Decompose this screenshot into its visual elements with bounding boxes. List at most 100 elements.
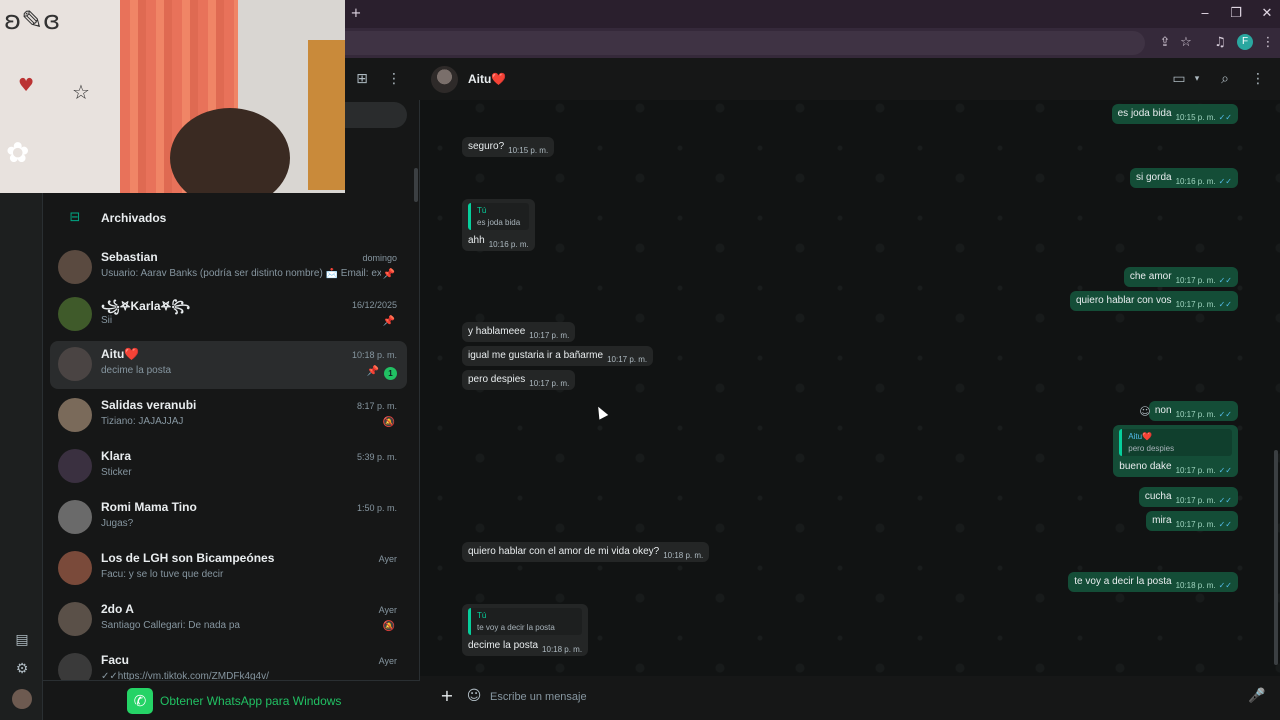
incoming-message[interactable]: pero despies 10:17 p. m. — [462, 370, 576, 390]
read-ticks-icon: ✓✓ — [1218, 520, 1232, 529]
chat-avatar — [58, 602, 92, 636]
address-bar[interactable] — [345, 31, 1145, 55]
video-call-icon[interactable]: ▭ — [1170, 70, 1188, 88]
outgoing-message[interactable]: es joda bida 10:15 p. m. ✓✓ — [1111, 104, 1238, 124]
close-window-button[interactable]: ✕ — [1257, 4, 1277, 24]
read-ticks-icon: ✓✓ — [1218, 466, 1232, 475]
search-icon[interactable]: ⌕ — [1216, 70, 1234, 88]
chat-preview: Usuario: Aarav Banks (podría ser distint… — [101, 268, 381, 279]
message-text: igual me gustaria ir a bañarme — [468, 350, 604, 361]
message-time: 10:17 p. m. — [1175, 300, 1216, 309]
message-time: 10:18 p. m. — [663, 551, 704, 560]
message-time: 10:17 p. m. — [529, 331, 570, 340]
chat-row[interactable]: ꧁𖤐Karla𖤐꧂ Sii 16/12/2025 📌 — [50, 291, 407, 339]
chat-time: Ayer — [378, 656, 397, 666]
outgoing-message[interactable]: mira 10:17 p. m. ✓✓ — [1146, 511, 1238, 531]
settings-gear-icon[interactable]: ⚙ — [12, 659, 32, 679]
incoming-message[interactable]: igual me gustaria ir a bañarme 10:17 p. m… — [462, 346, 654, 366]
incoming-message[interactable]: y hablameee 10:17 p. m. — [462, 322, 576, 342]
composer-bar: + ☺ 🎤 — [420, 676, 1280, 720]
emoji-sticker-icon[interactable]: ☺ — [465, 687, 483, 705]
conversation-header[interactable] — [420, 58, 1280, 100]
contact-avatar[interactable] — [431, 66, 458, 93]
message-text: bueno dake — [1119, 461, 1172, 472]
chat-name: Romi Mama Tino — [101, 500, 197, 514]
message-time: 10:17 p. m. — [1175, 276, 1216, 285]
chat-name: Klara — [101, 449, 132, 463]
profile-avatar[interactable]: F — [1237, 34, 1253, 50]
chat-row[interactable]: Los de LGH son Bicampeónes Facu: y se lo … — [50, 545, 407, 593]
outgoing-message[interactable]: te voy a decir la posta 10:18 p. m. ✓✓ — [1068, 572, 1238, 592]
chat-row[interactable]: Salidas veranubi Tiziano: JAJAJJAJ 8:17 p.… — [50, 392, 407, 440]
message-time: 10:17 p. m. — [1175, 496, 1216, 505]
chat-name: Facu — [101, 653, 130, 667]
chat-name: 2do A — [101, 602, 134, 616]
bookmark-star-icon[interactable]: ☆ — [1177, 34, 1195, 52]
incoming-message[interactable]: seguro? 10:15 p. m. — [462, 137, 555, 157]
read-ticks-icon: ✓✓ — [1218, 410, 1232, 419]
quoted-reply[interactable]: Aitu❤️ pero despies — [1119, 429, 1232, 456]
emoji-reaction-icon[interactable]: ☺ — [1138, 405, 1152, 419]
chat-time: Ayer — [378, 605, 397, 615]
new-chat-icon[interactable]: ⊞ — [353, 70, 371, 88]
muted-bell-icon: 🔕 — [382, 621, 395, 632]
read-ticks-icon: ✓✓ — [1218, 276, 1232, 285]
outgoing-message[interactable]: non 10:17 p. m. ✓✓ — [1148, 401, 1238, 421]
install-app-icon[interactable]: ⇪ — [1156, 34, 1174, 52]
message-time: 10:15 p. m. — [1175, 113, 1216, 122]
outgoing-message[interactable]: Aitu❤️ pero despies bueno dake 10:17 p. m. ✓… — [1113, 425, 1238, 477]
message-input[interactable] — [486, 684, 1226, 710]
my-profile-avatar[interactable] — [12, 689, 32, 709]
message-text: quiero hablar con vos — [1075, 295, 1172, 306]
media-gallery-icon[interactable]: ▤ — [12, 630, 32, 650]
incoming-message[interactable]: quiero hablar con el amor de mi vida oke… — [462, 542, 710, 562]
quoted-text: pero despies — [1128, 444, 1175, 453]
chat-row[interactable]: Romi Mama Tino Jugas? 1:50 p. m. — [50, 494, 407, 542]
chat-list-scrollbar[interactable] — [414, 168, 418, 202]
message-time: 10:18 p. m. — [542, 645, 583, 654]
chat-row[interactable]: Aitu❤️ decime la posta 10:18 p. m. 1 📌 — [50, 341, 407, 389]
chat-preview: Sticker — [101, 467, 132, 478]
browser-titlebar: + ‒ ❐ ✕ — [345, 0, 1280, 28]
new-tab-button[interactable]: + — [346, 4, 366, 24]
archived-row[interactable]: ⊟ Archivados — [43, 203, 420, 233]
chat-row[interactable]: Sebastian Usuario: Aarav Banks (podría se… — [50, 244, 407, 292]
outgoing-message[interactable]: che amor 10:17 p. m. ✓✓ — [1123, 267, 1238, 287]
chat-time: domingo — [362, 253, 397, 263]
chat-search-input[interactable] — [345, 102, 407, 128]
browser-menu-icon[interactable]: ⋮ — [1259, 34, 1277, 52]
chat-time: 8:17 p. m. — [356, 401, 397, 411]
get-whatsapp-link[interactable]: Obtener WhatsApp para Windows — [160, 694, 341, 708]
chat-time: 1:50 p. m. — [356, 503, 397, 513]
chat-list-menu-icon[interactable]: ⋮ — [385, 70, 403, 88]
chat-row[interactable]: Klara Sticker 5:39 p. m. — [50, 443, 407, 491]
doodle-heart: ♥ — [18, 75, 35, 96]
message-time: 10:17 p. m. — [1175, 410, 1216, 419]
quoted-reply[interactable]: Tú es joda bida — [468, 203, 529, 230]
chat-preview: Tiziano: JAJAJJAJ — [101, 416, 184, 427]
get-whatsapp-banner[interactable]: ✆ Obtener WhatsApp para Windows — [43, 680, 420, 720]
media-control-icon[interactable]: ♫ — [1211, 34, 1229, 52]
wooden-door — [308, 40, 345, 190]
quoted-reply[interactable]: Tú te voy a decir la posta — [468, 608, 583, 635]
conversation-menu-icon[interactable]: ⋮ — [1249, 70, 1267, 88]
quoted-author: Tú — [477, 206, 487, 215]
message-time: 10:16 p. m. — [488, 240, 529, 249]
restore-button[interactable]: ❐ — [1226, 4, 1246, 24]
contact-name[interactable]: Aitu❤️ — [468, 72, 506, 86]
incoming-message[interactable]: Tú es joda bida ahh 10:16 p. m. — [462, 199, 535, 251]
outgoing-message[interactable]: quiero hablar con vos 10:17 p. m. ✓✓ — [1069, 291, 1238, 311]
attach-plus-icon[interactable]: + — [438, 687, 456, 705]
message-time: 10:17 p. m. — [1175, 520, 1216, 529]
outgoing-message[interactable]: si gorda 10:16 p. m. ✓✓ — [1129, 168, 1238, 188]
message-text: che amor — [1129, 271, 1172, 282]
message-text: quiero hablar con el amor de mi vida oke… — [468, 546, 660, 557]
hello-kitty-sticker: ✿ — [6, 136, 30, 169]
incoming-message[interactable]: Tú te voy a decir la posta decime la posta… — [462, 604, 589, 656]
chevron-down-icon[interactable]: ▾ — [1188, 70, 1206, 88]
outgoing-message[interactable]: cucha 10:17 p. m. ✓✓ — [1138, 487, 1238, 507]
chat-row[interactable]: 2do A Santiago Callegari: De nada pa Ayer 🔕 — [50, 596, 407, 644]
conversation-scrollbar[interactable] — [1274, 450, 1278, 665]
minimize-button[interactable]: ‒ — [1195, 4, 1215, 24]
microphone-icon[interactable]: 🎤 — [1248, 687, 1265, 705]
